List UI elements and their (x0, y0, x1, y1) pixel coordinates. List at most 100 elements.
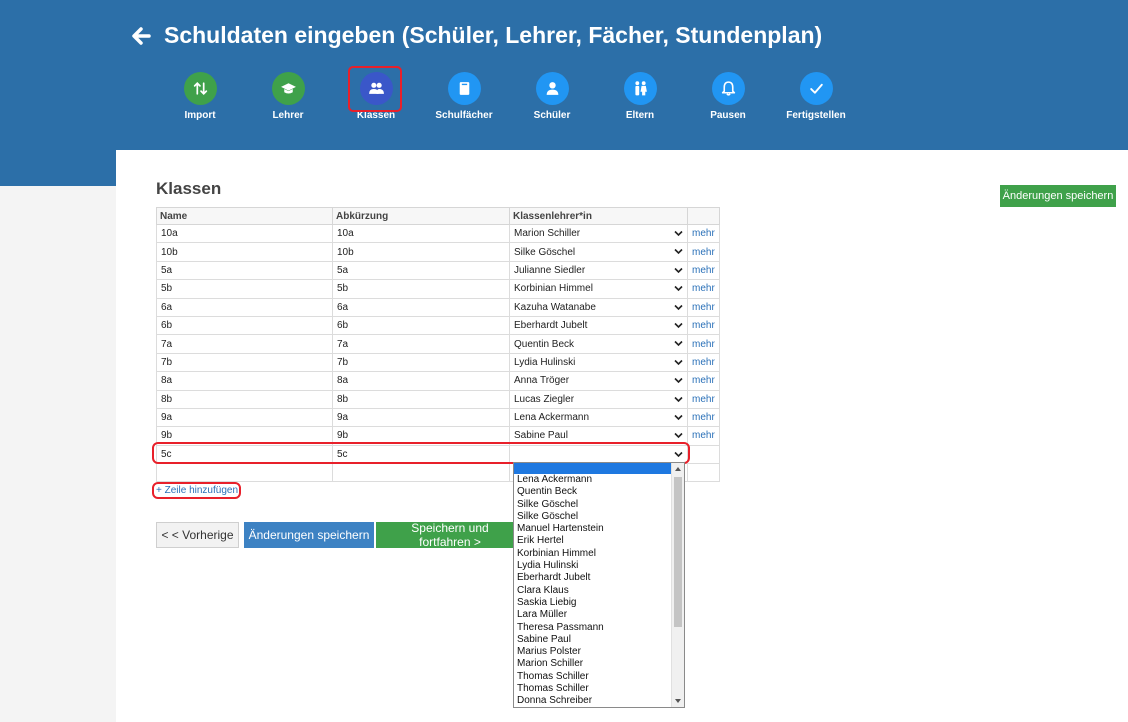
dropdown-scrollbar[interactable] (671, 463, 684, 707)
add-row-highlight (152, 482, 241, 499)
back-arrow-icon[interactable] (131, 24, 151, 48)
class-name-input[interactable]: 5a (156, 260, 333, 281)
step-fertigstellen[interactable]: Fertigstellen (771, 72, 861, 121)
class-name-input[interactable]: 8a (156, 371, 333, 391)
save-changes-button[interactable]: Änderungen speichern (244, 522, 374, 548)
save-changes-top-button[interactable]: Änderungen speichern (1000, 185, 1116, 207)
class-teacher-value: Lucas Ziegler (514, 393, 575, 405)
dropdown-option[interactable]: Lena Ackermann (517, 474, 672, 486)
previous-button[interactable]: < < Vorherige (156, 522, 239, 548)
row-more-cell: mehr (687, 315, 720, 336)
dropdown-option[interactable]: Donna Schreiber (517, 695, 672, 707)
class-name-input[interactable]: 6b (156, 315, 333, 336)
class-teacher-value: Silke Göschel (514, 246, 576, 258)
chevron-down-icon (674, 359, 683, 365)
more-link[interactable]: mehr (692, 265, 715, 276)
teacher-dropdown-list[interactable]: Lena Ackermann Quentin Beck Silke Göschel S… (513, 462, 685, 708)
class-abbreviation-input[interactable]: 9a (332, 407, 510, 428)
dropdown-option-empty-selected[interactable] (514, 463, 672, 474)
class-teacher-value: Eberhardt Jubelt (514, 320, 588, 332)
row-more-cell: mehr (687, 260, 720, 281)
more-link[interactable]: mehr (692, 283, 715, 294)
dropdown-option[interactable]: Eberhardt Jubelt (517, 572, 672, 584)
class-abbreviation-input[interactable]: 6a (332, 297, 510, 317)
scrollbar-thumb[interactable] (674, 477, 682, 627)
class-abbreviation-input[interactable]: 5b (332, 279, 510, 299)
page-title: Schuldaten eingeben (Schüler, Lehrer, Fä… (164, 22, 823, 48)
dropdown-option[interactable]: Silke Göschel (517, 499, 672, 511)
class-name-input[interactable]: 9a (156, 407, 333, 428)
class-abbreviation-input[interactable]: 8a (332, 371, 510, 391)
class-abbreviation-input[interactable]: 5a (332, 260, 510, 281)
class-name-input[interactable]: 6a (156, 297, 333, 317)
row-more-cell: mehr (687, 334, 720, 354)
more-link[interactable]: mehr (692, 339, 715, 350)
chevron-down-icon (674, 433, 683, 439)
class-abbreviation-input[interactable]: 10a (332, 223, 510, 244)
class-teacher-select[interactable]: Lucas Ziegler (509, 389, 688, 409)
dropdown-option[interactable]: Theresa Passmann (517, 622, 672, 634)
dropdown-option[interactable]: Quentin Beck (517, 486, 672, 498)
class-teacher-select[interactable]: Lydia Hulinski (509, 352, 688, 373)
step-eltern[interactable]: Eltern (595, 72, 685, 121)
class-name-input[interactable]: 10a (156, 223, 333, 244)
dropdown-option[interactable]: Clara Klaus (517, 585, 672, 597)
save-and-continue-button[interactable]: Speichern und fortfahren > (376, 522, 516, 548)
more-link[interactable]: mehr (692, 302, 715, 313)
dropdown-option[interactable]: Sabine Paul (517, 634, 672, 646)
more-link[interactable]: mehr (692, 357, 715, 368)
class-abbreviation-input[interactable]: 6b (332, 315, 510, 336)
step-schueler[interactable]: Schüler (507, 72, 597, 121)
class-name-input[interactable]: 10b (156, 242, 333, 262)
dropdown-option[interactable]: Thomas Schiller (517, 671, 672, 683)
class-teacher-select[interactable]: Julianne Siedler (509, 260, 688, 281)
dropdown-option[interactable]: Silke Göschel (517, 511, 672, 523)
more-link[interactable]: mehr (692, 394, 715, 405)
class-teacher-select[interactable]: Anna Tröger (509, 371, 688, 391)
class-teacher-select[interactable]: Korbinian Himmel (509, 279, 688, 299)
class-teacher-select[interactable]: Eberhardt Jubelt (509, 315, 688, 336)
more-link[interactable]: mehr (692, 375, 715, 386)
class-teacher-select[interactable]: Kazuha Watanabe (509, 297, 688, 317)
more-link[interactable]: mehr (692, 430, 715, 441)
dropdown-option[interactable]: Marius Polster (517, 646, 672, 658)
step-pausen[interactable]: Pausen (683, 72, 773, 121)
more-link[interactable]: mehr (692, 228, 715, 239)
step-label: Fertigstellen (786, 110, 846, 121)
dropdown-option[interactable]: Lydia Hulinski (517, 560, 672, 572)
class-abbreviation-input[interactable]: 10b (332, 242, 510, 262)
column-header-class-teacher: Klassenlehrer*in (509, 207, 688, 225)
scroll-down-arrow-icon[interactable] (675, 699, 681, 703)
class-teacher-value: Korbinian Himmel (514, 283, 593, 295)
class-name-input[interactable]: 5b (156, 279, 333, 299)
dropdown-option[interactable]: Manuel Hartenstein (517, 523, 672, 535)
class-abbreviation-input[interactable]: 7a (332, 334, 510, 354)
dropdown-option[interactable]: Saskia Liebig (517, 597, 672, 609)
class-teacher-select[interactable]: Lena Ackermann (509, 407, 688, 428)
more-link[interactable]: mehr (692, 247, 715, 258)
step-import[interactable]: Import (155, 72, 245, 121)
step-lehrer[interactable]: Lehrer (243, 72, 333, 121)
more-link[interactable]: mehr (692, 320, 715, 331)
step-schulfaecher[interactable]: Schulfächer (419, 72, 509, 121)
graduation-cap-icon (280, 83, 296, 94)
dropdown-option[interactable]: Thomas Schiller (517, 683, 672, 695)
class-teacher-select[interactable]: Silke Göschel (509, 242, 688, 262)
class-abbreviation-input[interactable]: 7b (332, 352, 510, 373)
dropdown-option[interactable]: Erik Hertel (517, 535, 672, 547)
dropdown-option[interactable]: Korbinian Himmel (517, 548, 672, 560)
class-name-input[interactable]: 7a (156, 334, 333, 354)
more-link[interactable]: mehr (692, 412, 715, 423)
class-name-input[interactable]: 8b (156, 389, 333, 409)
scroll-up-arrow-icon[interactable] (675, 467, 681, 471)
class-teacher-select[interactable]: Marion Schiller (509, 223, 688, 244)
dropdown-option[interactable]: Lara Müller (517, 609, 672, 621)
class-name-input[interactable]: 7b (156, 352, 333, 373)
table-row: 6a 6a Kazuha Watanabe mehr (156, 297, 720, 317)
import-arrows-icon (193, 81, 207, 96)
class-abbreviation-input[interactable]: 8b (332, 389, 510, 409)
row-more-cell: mehr (687, 407, 720, 428)
class-teacher-select[interactable]: Quentin Beck (509, 334, 688, 354)
row-more-cell: mehr (687, 223, 720, 244)
dropdown-option[interactable]: Marion Schiller (517, 658, 672, 670)
